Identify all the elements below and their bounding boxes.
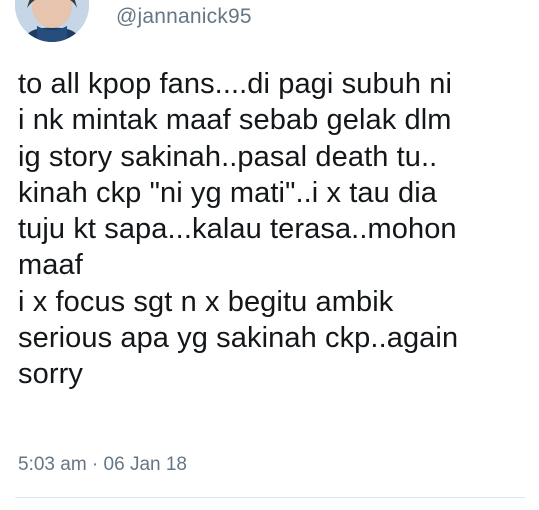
tweet-text-line: maaf <box>18 249 83 282</box>
tweet-text-line: to all kpop fans....di pagi subuh ni <box>18 68 453 100</box>
user-handle[interactable]: @jannanick95 <box>116 4 252 30</box>
tweet-text-line: sorry <box>18 358 83 391</box>
tweet-text-line: tuju kt sapa...kalau terasa..mohon <box>18 213 457 246</box>
tweet-text: to all kpop fans....di pagi subuh ni i n… <box>18 66 528 393</box>
tweet-header: @jannanick95 <box>0 0 539 48</box>
tweet-timestamp[interactable]: 5:03 am · 06 Jan 18 <box>18 453 187 477</box>
avatar-image <box>15 0 89 42</box>
tweet-text-line: kinah ckp "ni yg mati"..i x tau dia <box>18 176 438 209</box>
tweet-text-line: i x focus sgt n x begitu ambik <box>18 285 394 318</box>
tweet-text-line: serious apa yg sakinah ckp..again <box>18 322 459 355</box>
avatar[interactable] <box>15 0 89 42</box>
tweet-text-line: ig story sakinah..pasal death tu.. <box>18 140 438 173</box>
tweet-text-line: i nk mintak maaf sebab gelak dlm <box>18 104 452 137</box>
divider <box>15 497 525 498</box>
tweet-card: @jannanick95 to all kpop fans....di pagi… <box>0 0 539 510</box>
